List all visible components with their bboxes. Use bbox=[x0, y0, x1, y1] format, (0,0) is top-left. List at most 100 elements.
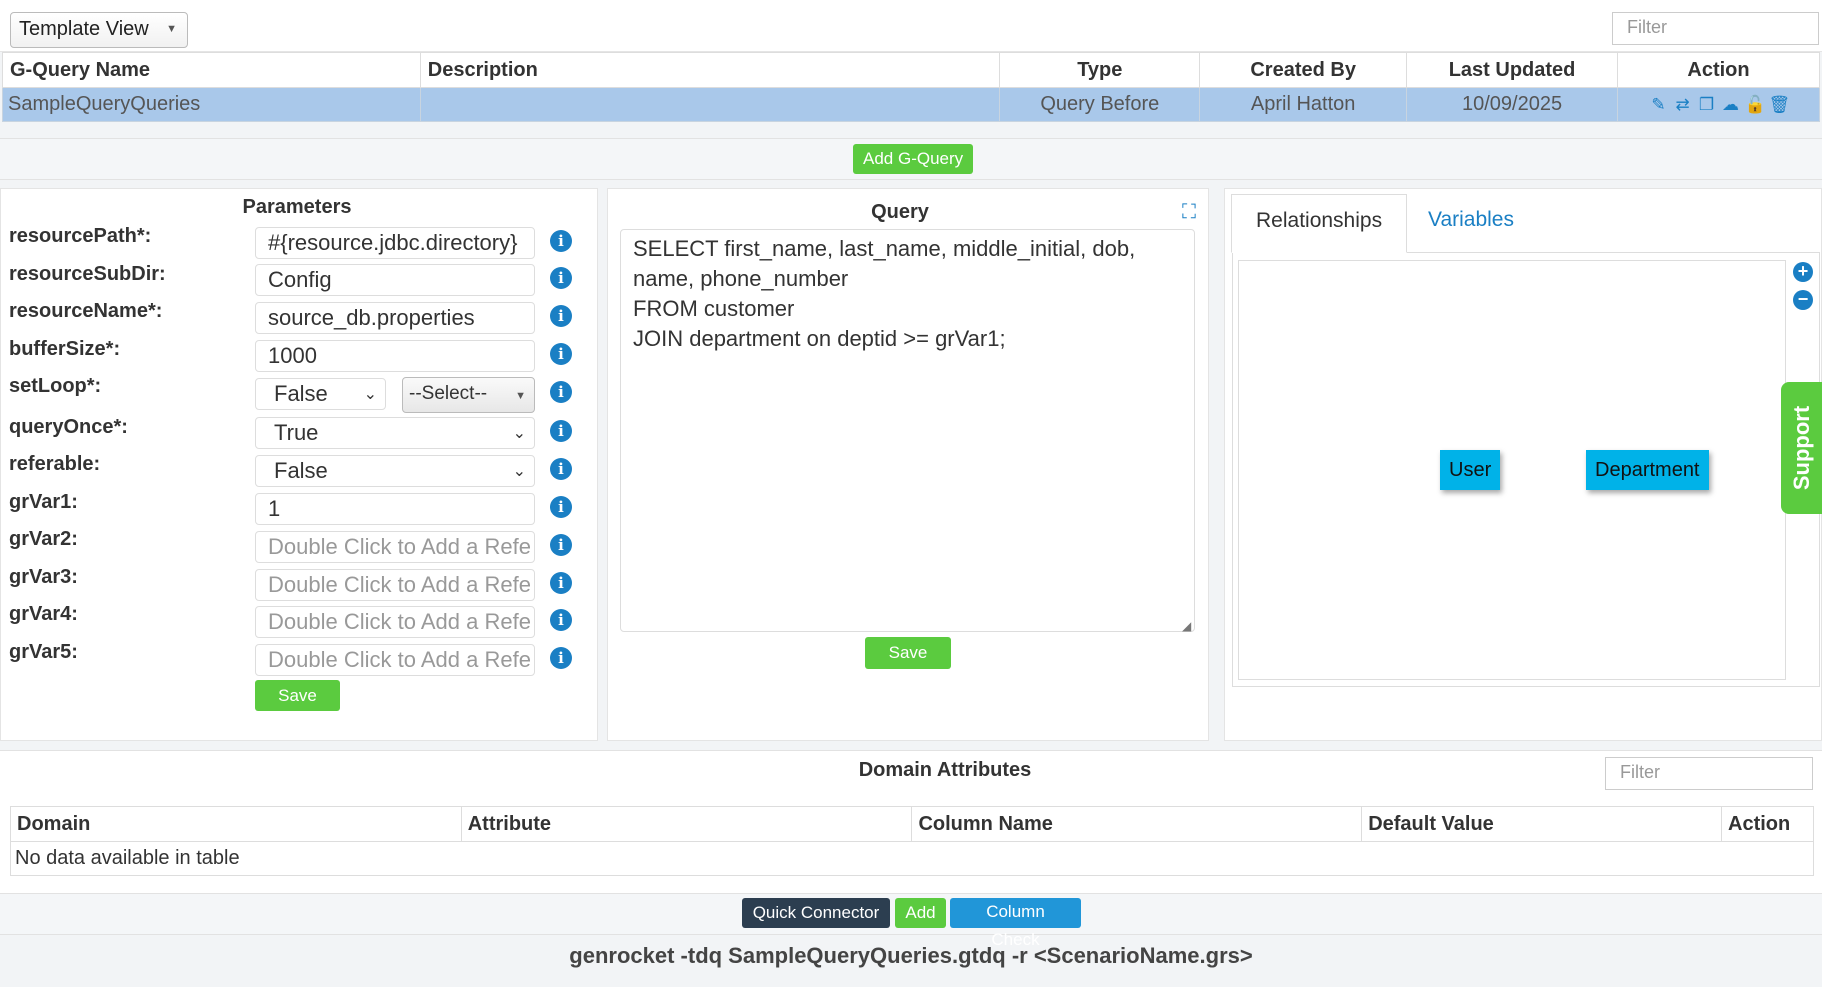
tab-variables[interactable]: Variables bbox=[1404, 194, 1538, 252]
info-icon[interactable]: i bbox=[550, 305, 572, 327]
col-attribute[interactable]: Attribute bbox=[460, 806, 913, 842]
cell-actions: ✎ ⇄ ❐ ☁ 🔓 🗑 bbox=[1617, 87, 1820, 122]
table-row[interactable]: SampleQueryQueries Query Before April Ha… bbox=[2, 87, 1820, 122]
empty-table-message: No data available in table bbox=[10, 841, 1814, 876]
param-label: resourcePath*: bbox=[9, 225, 152, 247]
col-description[interactable]: Description bbox=[419, 52, 1001, 88]
pencil-icon[interactable]: ✎ bbox=[1649, 95, 1669, 115]
param-label: grVar3: bbox=[9, 566, 78, 588]
domain-attributes-title: Domain Attributes bbox=[858, 759, 1032, 781]
zoom-out-icon[interactable]: − bbox=[1793, 290, 1813, 310]
col-column-name[interactable]: Column Name bbox=[911, 806, 1363, 842]
add-button[interactable]: Add bbox=[895, 898, 946, 928]
support-label: Support bbox=[1788, 405, 1814, 491]
col-type[interactable]: Type bbox=[999, 52, 1201, 88]
col-action: Action bbox=[1617, 52, 1820, 88]
cell-last-updated: 10/09/2025 bbox=[1406, 87, 1619, 122]
param-label: resourceName*: bbox=[9, 300, 163, 322]
param-input[interactable]: #{resource.jdbc.directory} bbox=[255, 227, 535, 259]
chevron-down-icon: ⌄ bbox=[512, 425, 526, 442]
resize-handle-icon[interactable]: ◢ bbox=[1182, 619, 1191, 633]
copy-icon[interactable]: ❐ bbox=[1697, 95, 1717, 115]
info-icon[interactable]: i bbox=[550, 458, 572, 480]
param-select-value: True bbox=[274, 420, 319, 445]
support-tab[interactable]: Support bbox=[1781, 382, 1822, 514]
param-input[interactable]: Double Click to Add a Refe bbox=[255, 531, 535, 563]
param-input[interactable]: source_db.properties bbox=[255, 302, 535, 334]
unlock-icon[interactable]: 🔓 bbox=[1745, 95, 1766, 115]
view-select-value: Template View bbox=[19, 18, 149, 40]
gquery-table: G-Query Name Description Type Created By… bbox=[2, 52, 1820, 122]
info-icon[interactable]: i bbox=[550, 534, 572, 556]
param-select[interactable]: True ⌄ bbox=[255, 417, 535, 449]
param-input[interactable]: Double Click to Add a Refe bbox=[255, 644, 535, 676]
info-icon[interactable]: i bbox=[550, 496, 572, 518]
caret-down-icon: ▼ bbox=[166, 23, 177, 35]
cell-description bbox=[419, 87, 1001, 122]
info-icon[interactable]: i bbox=[550, 609, 572, 631]
param-select-value: False bbox=[274, 381, 328, 406]
cell-type: Query Before bbox=[999, 87, 1201, 122]
parameters-title: Parameters bbox=[242, 196, 352, 218]
gquery-table-header: G-Query Name Description Type Created By… bbox=[2, 52, 1820, 88]
param-secondary-select-value: --Select-- bbox=[409, 383, 488, 404]
node-user[interactable]: User bbox=[1440, 450, 1501, 490]
chevron-down-icon: ⌄ bbox=[363, 386, 377, 403]
col-domain[interactable]: Domain bbox=[10, 806, 462, 842]
table-row: No data available in table bbox=[10, 841, 1814, 876]
domain-filter-input[interactable]: Filter bbox=[1605, 757, 1813, 790]
col-default-value[interactable]: Default Value bbox=[1361, 806, 1722, 842]
param-label: grVar1: bbox=[9, 491, 78, 513]
col-last-updated[interactable]: Last Updated bbox=[1406, 52, 1619, 88]
param-input[interactable]: 1 bbox=[255, 493, 535, 525]
param-input[interactable]: Double Click to Add a Refe bbox=[255, 569, 535, 601]
param-input[interactable]: Double Click to Add a Refe bbox=[255, 606, 535, 638]
tab-relationships[interactable]: Relationships bbox=[1231, 194, 1408, 253]
caret-down-icon: ▼ bbox=[515, 390, 526, 402]
param-label: grVar2: bbox=[9, 528, 78, 550]
info-icon[interactable]: i bbox=[550, 267, 572, 289]
param-label: referable: bbox=[9, 453, 101, 475]
col-gquery-name[interactable]: G-Query Name bbox=[2, 52, 421, 88]
param-secondary-select[interactable]: --Select-- ▼ bbox=[402, 377, 535, 413]
param-select[interactable]: False ⌄ bbox=[255, 378, 386, 410]
param-select[interactable]: False ⌄ bbox=[255, 455, 535, 487]
info-icon[interactable]: i bbox=[550, 420, 572, 442]
cell-gquery-name[interactable]: SampleQueryQueries bbox=[2, 87, 421, 122]
param-select-value: False bbox=[274, 458, 328, 483]
chevron-down-icon: ⌄ bbox=[512, 463, 526, 480]
domain-attributes-table: Domain Attribute Column Name Default Val… bbox=[10, 806, 1814, 876]
gquery-filter-input[interactable]: Filter bbox=[1612, 12, 1819, 45]
param-label: queryOnce*: bbox=[9, 416, 128, 438]
quick-connector-button[interactable]: Quick Connector bbox=[742, 898, 890, 928]
node-department[interactable]: Department bbox=[1586, 450, 1709, 490]
col-domain-action: Action bbox=[1721, 806, 1814, 842]
info-icon[interactable]: i bbox=[550, 343, 572, 365]
param-label: bufferSize*: bbox=[9, 338, 121, 360]
info-icon[interactable]: i bbox=[550, 572, 572, 594]
cell-created-by: April Hatton bbox=[1199, 87, 1408, 122]
add-gquery-button[interactable]: Add G-Query bbox=[853, 144, 974, 174]
param-input[interactable]: 1000 bbox=[255, 340, 535, 372]
info-icon[interactable]: i bbox=[550, 381, 572, 403]
trash-icon[interactable]: 🗑 bbox=[1769, 95, 1791, 115]
command-line: genrocket -tdq SampleQueryQueries.gtdq -… bbox=[569, 943, 1253, 968]
query-save-button[interactable]: Save bbox=[865, 637, 951, 669]
param-label: grVar5: bbox=[9, 641, 78, 663]
param-label: resourceSubDir: bbox=[9, 263, 166, 285]
zoom-in-icon[interactable]: + bbox=[1793, 262, 1813, 282]
domain-filter-placeholder: Filter bbox=[1620, 762, 1660, 782]
param-label: setLoop*: bbox=[9, 375, 102, 397]
expand-icon[interactable]: ⛶ bbox=[1178, 201, 1200, 223]
param-input[interactable]: Config bbox=[255, 264, 535, 296]
query-textarea[interactable]: SELECT first_name, last_name, middle_ini… bbox=[620, 229, 1195, 632]
swap-icon[interactable]: ⇄ bbox=[1673, 95, 1693, 115]
view-select[interactable]: Template View ▼ bbox=[10, 12, 188, 48]
column-check-button[interactable]: Column Check bbox=[950, 898, 1081, 949]
col-created-by[interactable]: Created By bbox=[1199, 52, 1408, 88]
top-bar bbox=[0, 0, 1822, 52]
cloud-download-icon[interactable]: ☁ bbox=[1721, 95, 1741, 115]
info-icon[interactable]: i bbox=[550, 230, 572, 252]
info-icon[interactable]: i bbox=[550, 647, 572, 669]
parameters-save-button[interactable]: Save bbox=[255, 680, 340, 711]
